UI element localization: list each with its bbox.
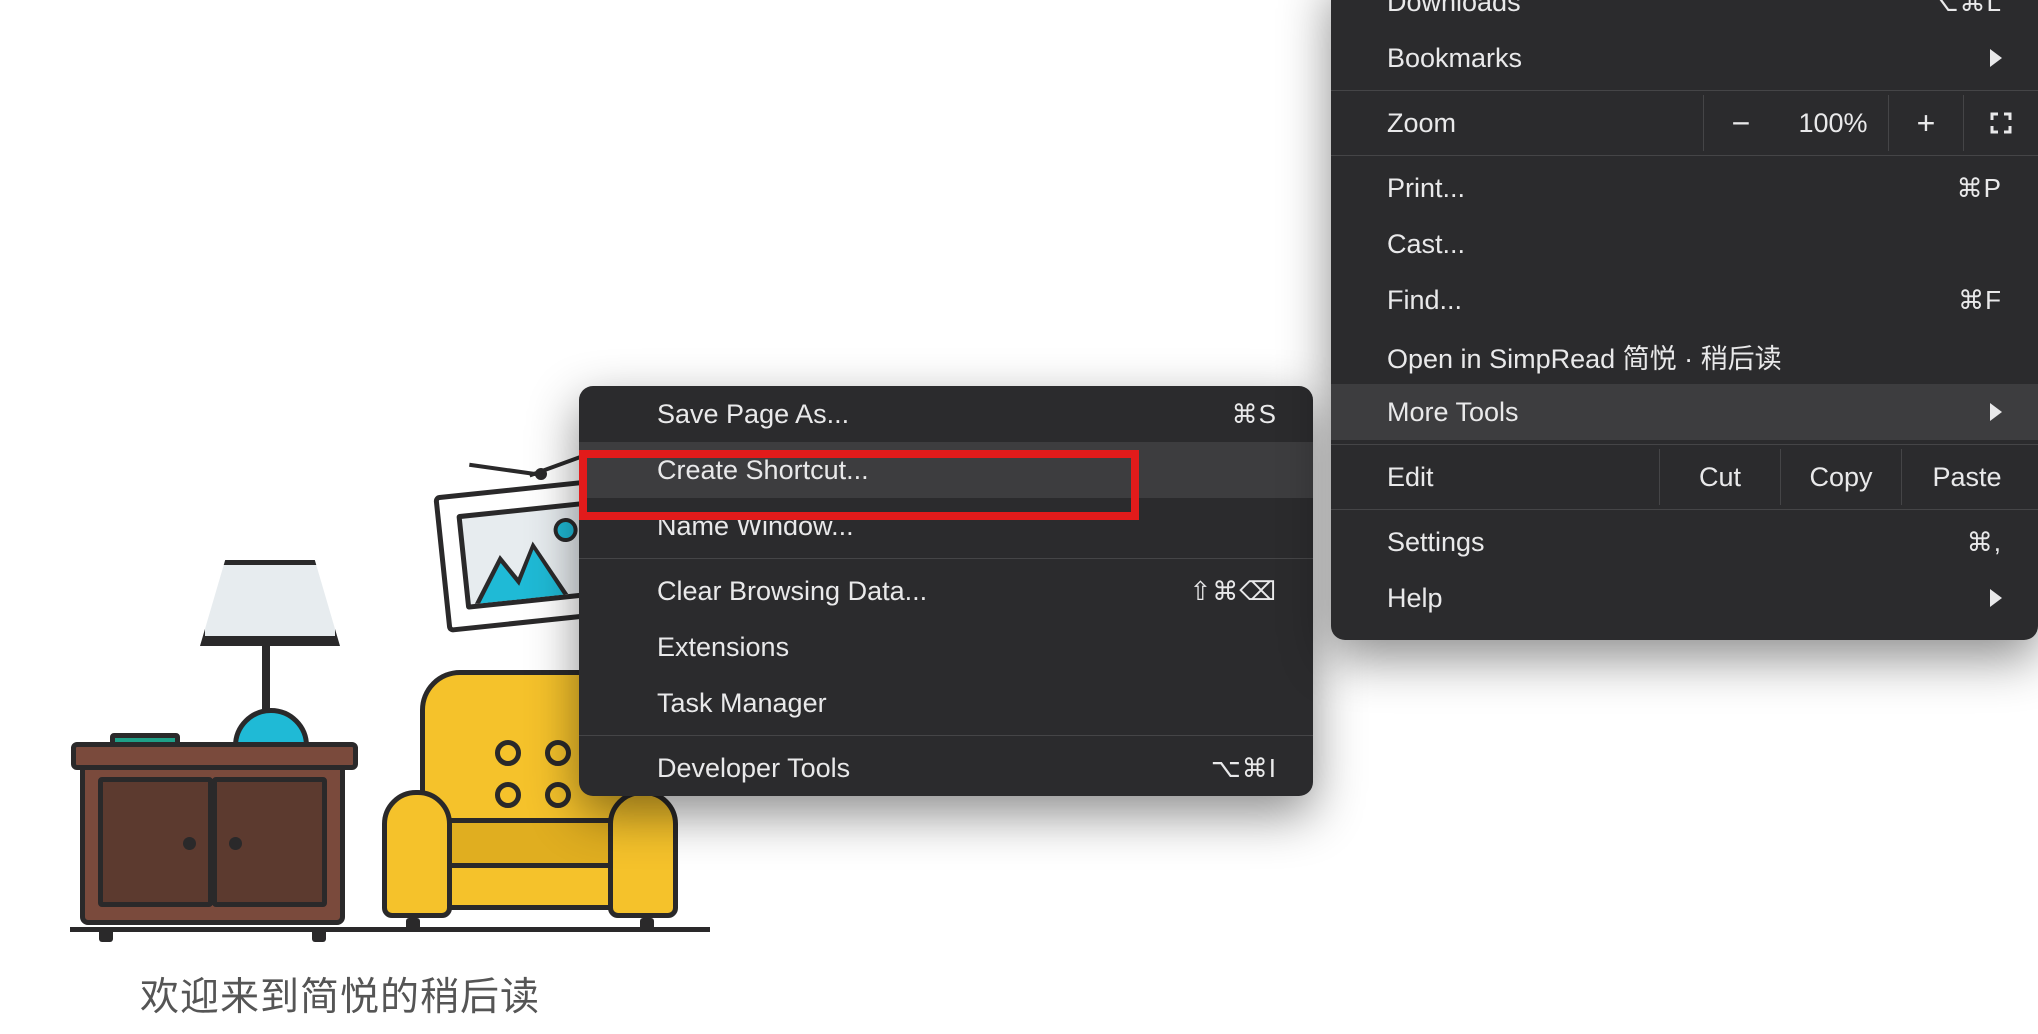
menu-separator: [1331, 90, 2038, 91]
edit-copy-button[interactable]: Copy: [1780, 449, 1901, 505]
menu-item-zoom: Zoom − 100% +: [1331, 95, 2038, 151]
menu-item-downloads[interactable]: Downloads ⌥⌘L: [1331, 0, 2038, 30]
side-table: [80, 760, 345, 925]
menu-item-open-in-simpread[interactable]: Open in SimpRead 简悦 · 稍后读: [1331, 328, 2038, 384]
menu-item-label: More Tools: [1387, 397, 1990, 428]
menu-item-label: Name Window...: [657, 511, 1277, 542]
menu-item-create-shortcut[interactable]: Create Shortcut...: [579, 442, 1313, 498]
menu-separator: [1331, 444, 2038, 445]
submenu-more-tools: Save Page As... ⌘S Create Shortcut... Na…: [579, 386, 1313, 796]
menu-item-label: Zoom: [1387, 108, 1703, 139]
menu-item-label: Bookmarks: [1387, 43, 1990, 74]
menu-item-task-manager[interactable]: Task Manager: [579, 675, 1313, 731]
menu-item-shortcut: ⌘F: [1958, 285, 2002, 316]
menu-item-find[interactable]: Find... ⌘F: [1331, 272, 2038, 328]
menu-item-extensions[interactable]: Extensions: [579, 619, 1313, 675]
chevron-right-icon: [1990, 49, 2002, 67]
menu-item-label: Help: [1387, 583, 1990, 614]
menu-item-name-window[interactable]: Name Window...: [579, 498, 1313, 554]
menu-item-shortcut: ⇧⌘⌫: [1189, 576, 1277, 607]
menu-item-label: Create Shortcut...: [657, 455, 1277, 486]
menu-item-help[interactable]: Help: [1331, 570, 2038, 626]
zoom-out-button[interactable]: −: [1703, 95, 1778, 151]
menu-item-settings[interactable]: Settings ⌘,: [1331, 514, 2038, 570]
menu-item-label: Open in SimpRead 简悦 · 稍后读: [1387, 337, 2002, 376]
browser-main-menu: Downloads ⌥⌘L Bookmarks Zoom − 100% + Pr…: [1331, 0, 2038, 640]
floor-line: [70, 927, 710, 932]
menu-item-shortcut: ⌘,: [1967, 527, 2002, 558]
menu-item-label: Extensions: [657, 632, 1277, 663]
chevron-right-icon: [1990, 403, 2002, 421]
menu-item-label: Find...: [1387, 285, 1958, 316]
menu-item-label: Save Page As...: [657, 399, 1232, 430]
menu-item-shortcut: ⌥⌘L: [1929, 0, 2002, 18]
welcome-caption: 欢迎来到简悦的稍后读: [140, 966, 540, 1022]
menu-item-label: Clear Browsing Data...: [657, 576, 1189, 607]
menu-item-shortcut: ⌥⌘I: [1211, 753, 1277, 784]
zoom-in-button[interactable]: +: [1888, 95, 1963, 151]
edit-paste-button[interactable]: Paste: [1901, 449, 2038, 505]
chevron-right-icon: [1990, 589, 2002, 607]
menu-item-shortcut: ⌘P: [1957, 173, 2002, 204]
fullscreen-icon: [1989, 111, 2013, 135]
edit-cut-button[interactable]: Cut: [1659, 449, 1780, 505]
menu-item-print[interactable]: Print... ⌘P: [1331, 160, 2038, 216]
menu-item-developer-tools[interactable]: Developer Tools ⌥⌘I: [579, 740, 1313, 796]
menu-separator: [579, 558, 1313, 559]
menu-item-shortcut: ⌘S: [1232, 399, 1277, 430]
menu-item-label: Edit: [1331, 462, 1659, 493]
menu-item-label: Developer Tools: [657, 753, 1211, 784]
menu-item-label: Print...: [1387, 173, 1957, 204]
menu-separator: [579, 735, 1313, 736]
menu-item-label: Settings: [1387, 527, 1967, 558]
menu-item-label: Downloads: [1387, 0, 1929, 18]
menu-item-clear-browsing-data[interactable]: Clear Browsing Data... ⇧⌘⌫: [579, 563, 1313, 619]
menu-item-label: Task Manager: [657, 688, 1277, 719]
fullscreen-button[interactable]: [1963, 95, 2038, 151]
menu-item-save-page-as[interactable]: Save Page As... ⌘S: [579, 386, 1313, 442]
menu-item-edit: Edit Cut Copy Paste: [1331, 449, 2038, 505]
menu-item-more-tools[interactable]: More Tools: [1331, 384, 2038, 440]
menu-item-cast[interactable]: Cast...: [1331, 216, 2038, 272]
frame-nail: [535, 468, 547, 480]
menu-item-label: Cast...: [1387, 229, 2002, 260]
zoom-level: 100%: [1778, 108, 1888, 139]
menu-separator: [1331, 155, 2038, 156]
menu-separator: [1331, 509, 2038, 510]
menu-item-bookmarks[interactable]: Bookmarks: [1331, 30, 2038, 86]
